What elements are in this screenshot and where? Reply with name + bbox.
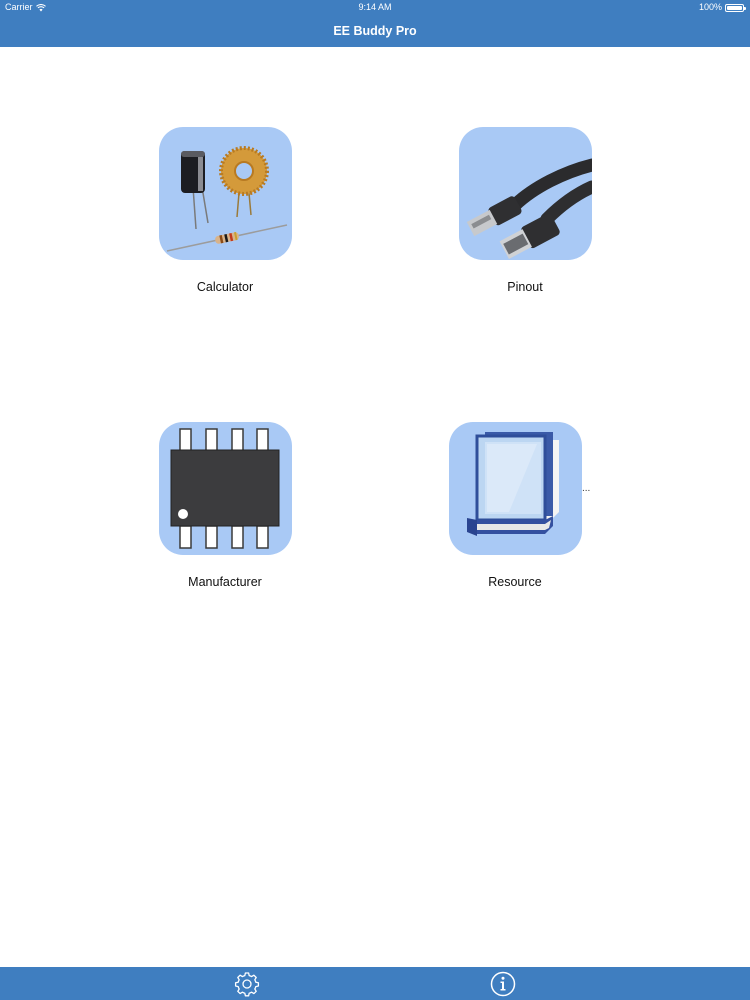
nav-title: EE Buddy Pro	[333, 24, 417, 38]
menu-item-label: Calculator	[196, 280, 254, 294]
menu-item-label: Pinout	[507, 280, 543, 294]
menu-item-resource[interactable]: Resource	[415, 422, 615, 590]
menu-item-label: Resource	[488, 575, 542, 589]
battery-percent: 100%	[698, 2, 722, 12]
info-icon	[490, 971, 516, 997]
status-bar: Carrier 9:14 AM 100%	[0, 0, 750, 15]
menu-item-manufacturer[interactable]: Manufacturer	[125, 422, 325, 590]
status-time: 9:14 AM	[358, 2, 392, 12]
top-bar: Carrier 9:14 AM 100% EE Buddy Pro	[0, 0, 750, 47]
app-screen: Carrier 9:14 AM 100% EE Buddy Pro Calcul…	[0, 0, 750, 1000]
book-icon	[448, 422, 582, 555]
menu-item-pinout[interactable]: Pinout	[425, 127, 625, 295]
components-icon	[158, 127, 292, 260]
gear-icon	[234, 972, 260, 997]
overflow-indicator: ...	[582, 483, 591, 494]
tab-bar	[0, 967, 750, 1000]
settings-tab[interactable]	[233, 970, 261, 998]
info-tab[interactable]	[489, 970, 517, 998]
ic-chip-icon	[158, 422, 292, 555]
menu-item-label: Manufacturer	[188, 575, 262, 589]
menu-item-calculator[interactable]: Calculator	[125, 127, 325, 295]
usb-cable-icon	[458, 127, 592, 260]
status-right: 100%	[698, 0, 746, 15]
battery-icon	[725, 3, 746, 12]
